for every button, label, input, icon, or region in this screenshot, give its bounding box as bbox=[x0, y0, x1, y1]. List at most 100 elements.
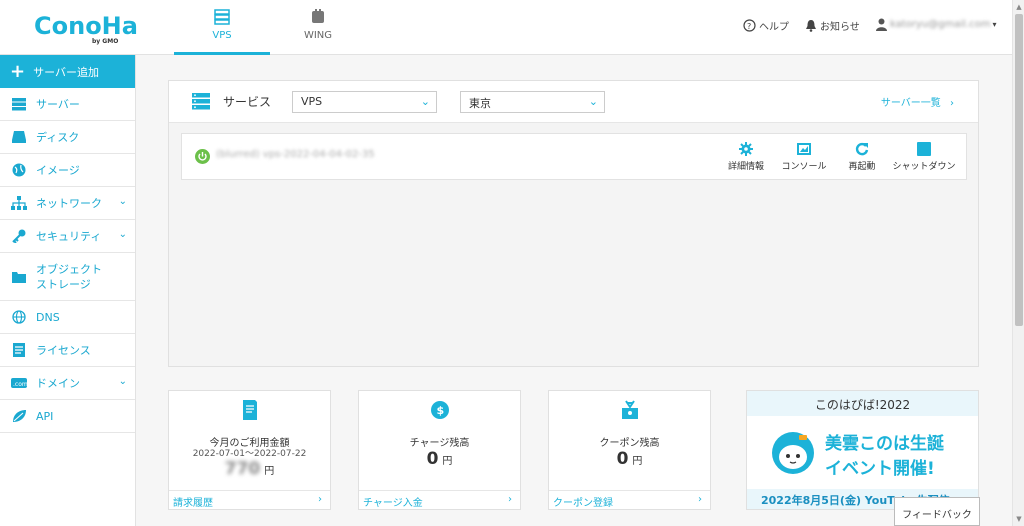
user-icon bbox=[876, 18, 887, 31]
invoice-icon bbox=[242, 400, 257, 420]
tab-wing-label: WING bbox=[303, 30, 333, 41]
banner-heading: このはぴば!2022 bbox=[747, 391, 978, 416]
globe-icon bbox=[12, 163, 26, 177]
wing-icon bbox=[312, 9, 324, 23]
chevron-down-icon: ⌄ bbox=[118, 376, 127, 387]
sidebar-item-object-storage[interactable]: オブジェクト ストレージ bbox=[0, 253, 135, 301]
svg-text:ConoHa: ConoHa bbox=[34, 12, 138, 40]
coupon-icon bbox=[621, 400, 638, 419]
chevron-down-icon: ⌄ bbox=[118, 229, 127, 240]
help-icon: ? bbox=[743, 19, 756, 32]
sidebar-item-server[interactable]: サーバー bbox=[0, 88, 135, 121]
scroll-up-arrow-icon[interactable]: ▲ bbox=[1013, 0, 1024, 14]
scroll-down-arrow-icon[interactable]: ▼ bbox=[1013, 512, 1024, 526]
region-select[interactable]: 東京 ⌄ bbox=[460, 91, 605, 113]
sidebar-item-security[interactable]: セキュリティ ⌄ bbox=[0, 220, 135, 253]
event-banner[interactable]: このはぴば!2022 美雲このは生誕 イベント開催! 2022年8月5日(金) … bbox=[746, 390, 979, 510]
bell-icon bbox=[806, 20, 816, 32]
notice-link[interactable]: お知らせ bbox=[805, 18, 860, 33]
add-server-button[interactable]: + サーバー追加 bbox=[0, 55, 135, 88]
coupon-title: クーポン残高 bbox=[599, 438, 660, 449]
api-leaf-icon bbox=[13, 410, 26, 422]
sidebar-item-dns[interactable]: DNS bbox=[0, 301, 135, 334]
network-icon bbox=[11, 196, 27, 210]
sidebar-item-disk[interactable]: ディスク bbox=[0, 121, 135, 154]
restart-label: 再起動 bbox=[848, 162, 876, 172]
shutdown-icon bbox=[917, 142, 931, 156]
shutdown-button[interactable]: シャットダウン bbox=[892, 142, 956, 172]
coupon-register-label: クーポン登録 bbox=[553, 498, 613, 509]
charge-card: $ チャージ残高 0円 チャージ入金 › bbox=[358, 390, 521, 510]
sidebar-item-label: イメージ bbox=[36, 163, 80, 177]
sidebar-item-domain[interactable]: .com ドメイン ⌄ bbox=[0, 367, 135, 400]
charge-deposit-label: チャージ入金 bbox=[363, 498, 423, 509]
svg-text:$: $ bbox=[436, 404, 444, 417]
server-icon bbox=[214, 9, 230, 25]
chevron-right-icon: › bbox=[950, 98, 954, 109]
sidebar-item-image[interactable]: イメージ bbox=[0, 154, 135, 187]
dns-globe-icon bbox=[12, 310, 26, 324]
feedback-button[interactable]: フィードバック bbox=[894, 497, 980, 526]
scrollbar-thumb[interactable] bbox=[1015, 14, 1023, 326]
coupon-register-link[interactable]: クーポン登録 › bbox=[549, 490, 710, 509]
service-type-select[interactable]: VPS ⌄ bbox=[292, 91, 437, 113]
server-list-link[interactable]: サーバー一覧 › bbox=[881, 94, 954, 109]
gear-icon bbox=[739, 142, 753, 156]
chevron-right-icon: › bbox=[508, 494, 512, 505]
tab-wing[interactable]: WING bbox=[270, 0, 366, 55]
sidebar-item-network[interactable]: ネットワーク ⌄ bbox=[0, 187, 135, 220]
console-button[interactable]: コンソール bbox=[780, 142, 828, 172]
chevron-right-icon: › bbox=[698, 494, 702, 505]
billing-history-link[interactable]: 請求履歴 › bbox=[169, 490, 330, 509]
banner-line1: 美雲このは生誕 bbox=[825, 434, 944, 454]
chevron-down-icon: ⌄ bbox=[420, 95, 430, 108]
sidebar-item-label: セキュリティ bbox=[36, 229, 102, 243]
console-icon bbox=[797, 143, 811, 155]
charge-deposit-link[interactable]: チャージ入金 › bbox=[359, 490, 520, 509]
license-icon bbox=[13, 343, 25, 357]
charge-amount-value: 0 bbox=[426, 449, 439, 469]
notice-label: お知らせ bbox=[820, 22, 860, 33]
server-row[interactable]: (blurred) vps-2022-04-04-02-35 詳細情報 コンソー… bbox=[181, 133, 967, 180]
chevron-down-icon: ⌄ bbox=[118, 196, 127, 207]
chevron-right-icon: › bbox=[318, 494, 322, 505]
power-status-icon bbox=[195, 149, 210, 164]
sidebar-item-label: ライセンス bbox=[36, 343, 91, 357]
sidebar-item-label: DNS bbox=[36, 310, 60, 324]
shutdown-label: シャットダウン bbox=[892, 162, 956, 172]
usage-amount: 770 円 bbox=[169, 459, 330, 479]
server-icon bbox=[12, 98, 26, 111]
sidebar-item-license[interactable]: ライセンス bbox=[0, 334, 135, 367]
sidebar-item-label: サーバー bbox=[36, 97, 80, 111]
details-label: 詳細情報 bbox=[727, 162, 764, 172]
usage-amount-value: 770 bbox=[224, 459, 261, 479]
tab-vps[interactable]: VPS bbox=[174, 0, 270, 55]
dollar-coin-icon: $ bbox=[430, 401, 449, 419]
restart-icon bbox=[855, 142, 869, 156]
service-type-value: VPS bbox=[301, 95, 323, 108]
sidebar-item-label: ドメイン bbox=[36, 376, 80, 390]
region-value: 東京 bbox=[469, 97, 491, 110]
sidebar-item-api[interactable]: API bbox=[0, 400, 135, 433]
sidebar-item-label: ネットワーク bbox=[36, 196, 102, 210]
account-email: katoryu@gmail.com bbox=[890, 19, 991, 30]
sidebar-item-label: ディスク bbox=[36, 130, 80, 144]
svg-text:.com: .com bbox=[13, 381, 27, 388]
details-button[interactable]: 詳細情報 bbox=[726, 142, 766, 172]
help-link[interactable]: ? ヘルプ bbox=[743, 18, 789, 33]
chevron-down-icon: ⌄ bbox=[588, 95, 598, 108]
coupon-amount-unit: 円 bbox=[632, 456, 643, 467]
coupon-card: クーポン残高 0円 クーポン登録 › bbox=[548, 390, 711, 510]
usage-amount-unit: 円 bbox=[264, 466, 275, 477]
usage-date-range: 2022-07-01～2022-07-22 bbox=[192, 449, 307, 459]
server-name[interactable]: (blurred) vps-2022-04-04-02-35 bbox=[216, 149, 375, 160]
server-list-label: サーバー一覧 bbox=[880, 98, 941, 109]
restart-button[interactable]: 再起動 bbox=[846, 142, 878, 172]
top-bar: ConoHa by GMO VPS WING ? ヘルプ お知らせ katory… bbox=[0, 0, 1024, 55]
vertical-scrollbar[interactable]: ▲ ▼ bbox=[1012, 0, 1024, 526]
plus-icon: + bbox=[10, 60, 26, 82]
console-label: コンソール bbox=[781, 162, 827, 172]
account-menu[interactable]: katoryu@gmail.com ▾ bbox=[876, 18, 996, 31]
sidebar: + サーバー追加 サーバー ディスク イメージ ネットワーク ⌄ セキュリティ … bbox=[0, 55, 136, 526]
conoha-logo[interactable]: ConoHa by GMO bbox=[34, 10, 138, 46]
